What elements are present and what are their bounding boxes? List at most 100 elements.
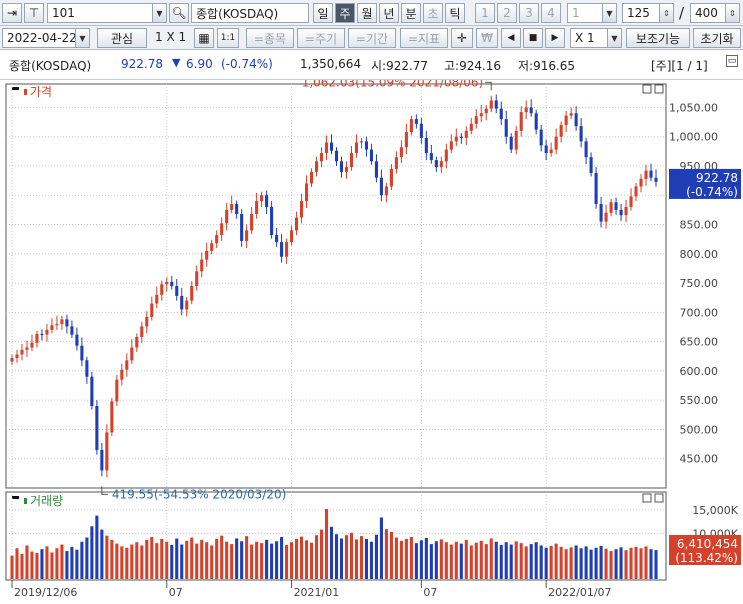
volume-bar-87 [444,542,448,579]
candle-body-104 [529,107,533,114]
page-indicator[interactable]: [주][1 / 1] [651,57,708,74]
price-panel-frame [5,83,667,489]
layout-label[interactable]: 1 X 1 [155,30,186,44]
candle-body-89 [454,136,458,142]
low-annotation: 419.55(-54.53% 2020/03/20) [112,487,286,501]
candle-body-101 [514,130,518,150]
period-button-4[interactable]: 분 [401,3,421,23]
candle-body-8 [50,325,54,330]
volume-bar-72 [369,541,373,579]
volume-bar-91 [464,539,468,579]
volume-bar-77 [394,537,398,579]
count-input[interactable]: 125 ⇕ [622,3,674,23]
code-input[interactable]: 101 ▼ [47,3,167,23]
item-button[interactable]: =종목 [246,28,294,48]
date-input-value: 2022-04-22 [7,31,77,45]
volume-bar-96 [489,538,493,579]
x-tick-label: 07 [423,586,437,599]
volume-bar-58 [300,536,304,579]
volume-bar-37 [195,543,199,579]
number-button-3[interactable]: 3 [519,3,539,23]
stop-icon[interactable]: ■ [523,28,543,48]
candle-body-13 [75,334,79,346]
candle-body-57 [295,217,299,231]
candle-body-126 [639,178,643,187]
candle-body-12 [70,326,74,335]
candle-body-45 [235,204,239,214]
grid-icon[interactable]: ▦ [194,28,214,48]
volume-bar-92 [469,545,473,579]
term-button[interactable]: =기간 [348,28,396,48]
stepper-icon[interactable]: ⇕ [659,4,673,22]
pin-icon[interactable]: ⊤ [24,3,44,23]
volume-bar-122 [619,547,623,579]
arrow-right-icon[interactable]: ⇥ [2,3,22,23]
arrow-left-icon[interactable]: ◀ [501,28,521,48]
period-button-3[interactable]: 년 [379,3,399,23]
volume-bar-103 [524,546,528,579]
volume-tick-label: 15,000K [692,504,738,517]
volume-bar-16 [90,526,94,579]
stock-chart[interactable]: 가격거래량 450.00 500.00 550.00 600.00 650.00 700.… [0,80,743,604]
period-button-6[interactable]: 틱 [445,3,465,23]
watch-button[interactable]: 관심 [97,28,147,48]
search-icon[interactable]: 🔍︎ [169,3,189,23]
number-button-1[interactable]: 1 [475,3,495,23]
number-button-4[interactable]: 4 [541,3,561,23]
number-button-2[interactable]: 2 [497,3,517,23]
candle-body-46 [240,213,244,241]
won-button[interactable]: ₩ [476,28,498,48]
candle-body-70 [359,141,364,143]
panel-toggle-icon[interactable]: ▭ [726,55,738,67]
current-volume-value: 6,410,454 [677,537,738,551]
total-input[interactable]: 400 ⇕ [690,3,740,23]
volume-bar-17 [95,515,99,579]
volume-bar-46 [240,541,244,579]
chevron-down-icon[interactable]: ▼ [602,4,616,22]
period-button-1[interactable]: 주 [335,3,355,23]
minute-input[interactable]: 1 ▼ [567,3,617,23]
volume-bar-108 [549,545,553,579]
aux-function-button[interactable]: 보조기능 [626,28,690,48]
candle-body-102 [519,112,523,131]
volume-bar-124 [629,547,633,579]
candle-body-93 [474,116,478,124]
period-button-5[interactable]: 초 [423,3,443,23]
crosshair-icon[interactable]: ✛ [451,28,473,48]
volume-bar-57 [295,538,299,579]
reset-button[interactable]: 초기화 [693,28,741,48]
candle-body-96 [489,100,493,109]
volume-bar-6 [40,549,44,579]
volume-bar-114 [579,548,583,579]
candle-body-52 [270,206,274,236]
date-input[interactable]: 2022-04-22 ▼ [2,28,90,48]
volume-bar-0 [10,555,14,579]
period-button-0[interactable]: 일 [313,3,333,23]
quote-high: 고:924.16 [444,59,502,73]
candle-body-66 [339,161,344,172]
stepper-icon[interactable]: ⇕ [725,4,739,22]
indicator-button[interactable]: =지표 [400,28,448,48]
chevron-down-icon[interactable]: ▼ [607,29,621,47]
candle-body-68 [349,153,354,168]
volume-bar-1 [15,548,19,579]
quote-price: 922.78 [121,57,163,71]
candle-body-116 [589,157,593,173]
candle-body-98 [499,108,503,120]
period-button-2[interactable]: 월 [357,3,377,23]
period-button[interactable]: =주기 [297,28,345,48]
candle-body-58 [300,201,304,218]
one-one-button[interactable]: 1:1 [217,28,239,48]
quote-info-bar: 종합(KOSDAQ) 922.78 ▼ 6.90 (-0.74%) 1,350,… [0,50,743,80]
candle-body-87 [444,149,448,162]
chevron-down-icon[interactable]: ▼ [75,29,89,47]
volume-bar-73 [374,534,378,579]
arrow-right-icon[interactable]: ▶ [545,28,565,48]
x-tick-label: 2022/01/07 [548,586,611,599]
price-tick-label: 450.00 [680,453,719,466]
multiplier-select[interactable]: X 1 ▼ [570,28,622,48]
name-input[interactable]: 종합(KOSDAQ) [191,3,309,23]
candle-body-114 [579,126,583,142]
volume-panel-label: 거래량 [30,494,63,508]
chevron-down-icon[interactable]: ▼ [152,4,166,22]
